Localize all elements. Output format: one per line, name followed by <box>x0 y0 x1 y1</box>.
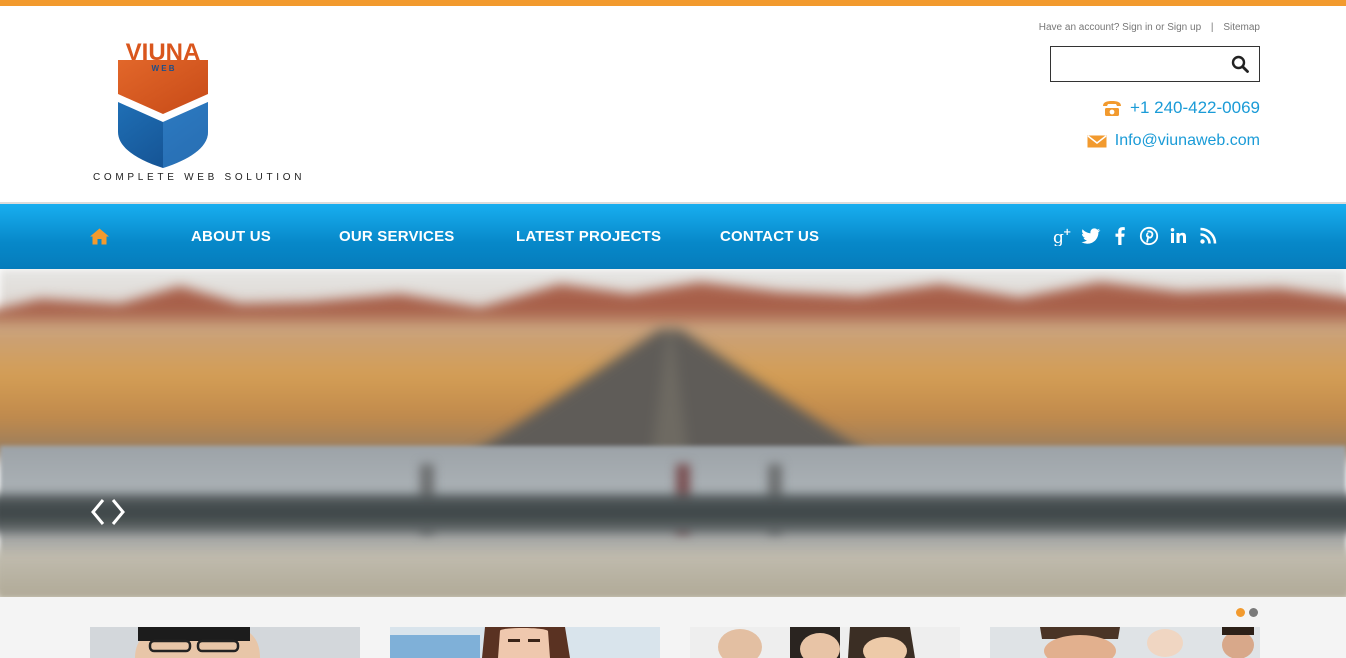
google-plus-icon[interactable]: g + <box>1053 226 1073 246</box>
logo-sub: W E B <box>151 64 174 73</box>
pinterest-icon[interactable] <box>1139 226 1159 246</box>
mail-icon <box>1087 134 1107 147</box>
nav-contact-us[interactable]: CONTACT US <box>720 228 819 245</box>
hero-slider[interactable] <box>0 269 1346 597</box>
chevron-left-icon[interactable] <box>88 497 108 527</box>
carousel-dot[interactable] <box>1249 608 1258 617</box>
phone-row: +1 240-422-0069 <box>1102 98 1260 118</box>
carousel-dot-active[interactable] <box>1236 608 1245 617</box>
phone-icon <box>1103 100 1122 116</box>
logo-wordmark: VIUNA <box>126 39 201 66</box>
email-row: Info@viunaweb.com <box>1087 132 1260 150</box>
nav-our-services[interactable]: OUR SERVICES <box>339 228 455 245</box>
home-icon[interactable] <box>90 228 109 245</box>
main-nav: ABOUT US OUR SERVICES LATEST PROJECTS CO… <box>0 204 1346 269</box>
nav-latest-projects[interactable]: LATEST PROJECTS <box>516 228 661 245</box>
account-or: or <box>1155 22 1165 33</box>
carousel-dots <box>1236 608 1258 617</box>
linkedin-icon[interactable] <box>1169 226 1189 246</box>
email-address[interactable]: Info@viunaweb.com <box>1115 132 1260 150</box>
viuna-logo[interactable]: VIUNA W E B <box>92 36 332 186</box>
search-box <box>1050 46 1260 82</box>
slide-band <box>0 494 1346 534</box>
account-links: Have an account? Sign in or Sign up | Si… <box>1039 22 1260 33</box>
search-input[interactable] <box>1055 51 1224 77</box>
slider-arrows <box>88 497 130 527</box>
search-icon[interactable] <box>1231 55 1249 73</box>
sitemap-link[interactable]: Sitemap <box>1223 22 1260 33</box>
twitter-icon[interactable] <box>1081 226 1101 246</box>
signin-link[interactable]: Sign in <box>1122 22 1153 33</box>
account-prompt: Have an account? <box>1038 22 1120 33</box>
logo-tagline: COMPLETE WEB SOLUTION <box>93 172 306 183</box>
project-thumbnail[interactable] <box>990 627 1260 658</box>
project-thumbnail[interactable] <box>690 627 960 658</box>
phone-number[interactable]: +1 240-422-0069 <box>1130 98 1260 118</box>
svg-text:+: + <box>1063 227 1071 238</box>
project-thumbnail[interactable] <box>390 627 660 658</box>
header: VIUNA W E B COMPLETE WEB SOLUTION Have a… <box>0 6 1346 203</box>
nav-about-us[interactable]: ABOUT US <box>191 228 271 245</box>
chevron-right-icon[interactable] <box>108 497 128 527</box>
project-thumbnail[interactable] <box>90 627 360 658</box>
content-area <box>0 597 1346 658</box>
rss-icon[interactable] <box>1198 226 1218 246</box>
facebook-icon[interactable] <box>1110 226 1130 246</box>
slide-ground <box>0 549 1346 597</box>
account-separator: | <box>1210 22 1214 33</box>
signup-link[interactable]: Sign up <box>1167 22 1201 33</box>
